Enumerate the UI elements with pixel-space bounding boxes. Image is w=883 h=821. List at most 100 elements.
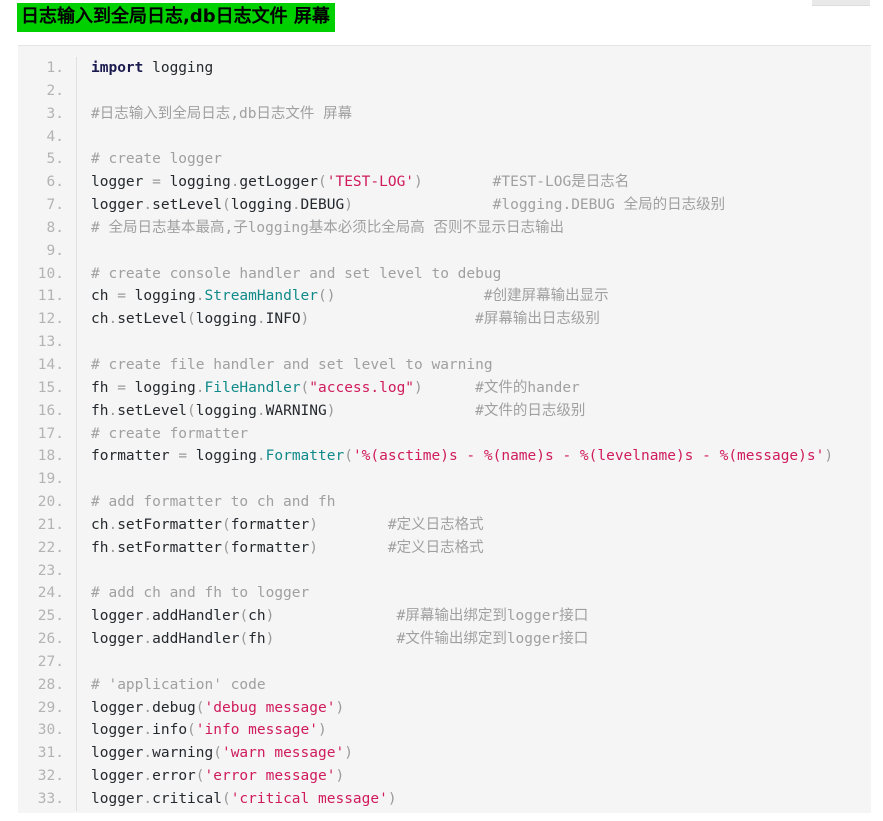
code-token-cm: #创建屏幕输出显示 bbox=[483, 288, 609, 305]
line-number: 24. bbox=[37, 585, 64, 602]
line-number: 8. bbox=[46, 219, 64, 236]
code-token-nm: formatter bbox=[91, 448, 179, 465]
code-line: fh = logging.FileHandler("access.log") #… bbox=[91, 377, 871, 400]
code-token-cm: # add formatter to ch and fh bbox=[91, 494, 336, 511]
code-line: logger.setLevel(logging.DEBUG) #logging.… bbox=[91, 194, 871, 217]
code-token-pun: . bbox=[108, 402, 118, 419]
code-token-nm bbox=[309, 311, 475, 327]
code-token-pun: ( bbox=[213, 745, 222, 762]
code-token-pun: ) bbox=[309, 516, 319, 533]
code-token-nm: fh bbox=[91, 539, 109, 556]
code-token-pun: ) bbox=[387, 791, 397, 807]
code-token-nm: setLevel bbox=[117, 402, 188, 419]
code-line: #日志输入到全局日志,db日志文件 屏幕 bbox=[91, 103, 871, 126]
code-token-nm: logging bbox=[169, 174, 231, 191]
page-title: 日志输入到全局日志,db日志文件 屏幕 bbox=[17, 3, 335, 32]
line-number: 30. bbox=[37, 722, 64, 739]
code-token-cm: # add ch and fh to logger bbox=[91, 585, 310, 602]
code-token-nm: logger bbox=[91, 699, 144, 716]
code-token-nm: INFO bbox=[265, 311, 301, 328]
code-line: logger.critical('critical message') bbox=[91, 788, 871, 811]
line-number: 31. bbox=[37, 745, 64, 762]
code-token-nm: fh bbox=[91, 402, 109, 419]
line-number: 23. bbox=[37, 562, 64, 579]
code-token-pun: . bbox=[195, 288, 205, 305]
line-number: 26. bbox=[37, 631, 64, 648]
code-token-nm: logging bbox=[195, 402, 257, 419]
code-line: ch.setFormatter(formatter) #定义日志格式 bbox=[91, 514, 871, 537]
code-token-str: 'TEST-LOG' bbox=[326, 174, 415, 191]
code-token-nm: logger bbox=[91, 722, 144, 739]
code-token-cls: StreamHandler bbox=[204, 288, 319, 305]
code-token-nm bbox=[353, 197, 493, 213]
code-token-pun: ( bbox=[318, 174, 327, 191]
code-block: 1. 2. 3. 4. 5. 6. 7. 8. 9. 10. 11. 12. 13. 14. 15. 16. 1… bbox=[18, 45, 871, 813]
code-token-nm: setLevel bbox=[117, 311, 188, 328]
line-number: 17. bbox=[37, 425, 64, 442]
code-token-cm: #屏幕输出绑定到logger接口 bbox=[396, 608, 589, 625]
code-token-pun: . bbox=[256, 311, 266, 328]
code-token-str: 'info message' bbox=[195, 722, 318, 739]
code-token-nm bbox=[423, 174, 493, 190]
code-token-pun: ) bbox=[300, 311, 310, 328]
code-token-str: "access.log" bbox=[309, 379, 415, 396]
code-token-str: '%(asctime)s - %(name)s - %(levelname)s … bbox=[352, 448, 825, 465]
code-line: logger = logging.getLogger('TEST-LOG') #… bbox=[91, 171, 871, 194]
window-chrome-strip bbox=[812, 0, 870, 6]
code-line: # 全局日志基本最高,子logging基本必须比全局高 否则不显示日志输出 bbox=[91, 217, 871, 240]
line-number: 18. bbox=[37, 448, 64, 465]
code-token-cm: #定义日志格式 bbox=[387, 539, 484, 556]
line-number: 14. bbox=[37, 356, 64, 373]
code-token-nm: ch bbox=[91, 516, 109, 533]
code-token-pun: ( bbox=[239, 608, 249, 625]
code-token-pun: . bbox=[291, 197, 301, 214]
code-token-pun: . bbox=[143, 699, 153, 716]
line-number: 28. bbox=[37, 676, 64, 693]
code-token-cm: #定义日志格式 bbox=[387, 516, 484, 533]
code-token-nm: setFormatter bbox=[117, 539, 222, 556]
line-number: 13. bbox=[37, 334, 64, 351]
code-token-cm: # 'application' code bbox=[91, 676, 266, 693]
line-number: 15. bbox=[37, 379, 64, 396]
code-line: logger.addHandler(ch) #屏幕输出绑定到logger接口 bbox=[91, 605, 871, 628]
line-number: 33. bbox=[37, 791, 64, 807]
code-line: logger.debug('debug message') bbox=[91, 697, 871, 720]
code-token-pun: . bbox=[143, 745, 153, 762]
code-token-nm: addHandler bbox=[152, 608, 240, 625]
code-token-cm: #文件输出绑定到logger接口 bbox=[396, 631, 589, 648]
code-token-str: 'error message' bbox=[204, 768, 336, 785]
code-token-pun: ) bbox=[344, 197, 353, 214]
code-token-pun: ( bbox=[195, 768, 205, 785]
code-token-pun: ) bbox=[335, 699, 345, 716]
code-token-nm bbox=[318, 517, 388, 533]
code-token-pun: ( bbox=[300, 379, 310, 396]
code-line: logger.addHandler(fh) #文件输出绑定到logger接口 bbox=[91, 628, 871, 651]
code-line: # add formatter to ch and fh bbox=[91, 491, 871, 514]
code-token-nm: logging bbox=[134, 379, 196, 396]
code-token-cm: #文件的日志级别 bbox=[475, 402, 586, 419]
code-token-nm: logger bbox=[91, 197, 144, 214]
code-token-cm: #日志输入到全局日志,db日志文件 屏幕 bbox=[91, 105, 353, 122]
code-token-pun: ) bbox=[335, 768, 345, 785]
code-token-cm: #TEST-LOG是日志名 bbox=[492, 174, 630, 191]
code-token-pun: ) bbox=[344, 745, 353, 762]
code-line: # create file handler and set level to w… bbox=[91, 354, 871, 377]
line-number: 25. bbox=[37, 608, 64, 625]
code-token-cm: # create file handler and set level to w… bbox=[91, 356, 493, 373]
code-token-nm: getLogger bbox=[239, 174, 318, 191]
code-token-cm: # create formatter bbox=[91, 425, 249, 442]
line-number: 29. bbox=[37, 699, 64, 716]
code-token-nm: logger bbox=[91, 631, 144, 648]
line-number: 1. bbox=[46, 60, 64, 76]
code-token-str: 'warn message' bbox=[221, 745, 345, 762]
line-number-gutter: 1. 2. 3. 4. 5. 6. 7. 8. 9. 10. 11. 12. 13. 14. 15. 16. 1… bbox=[18, 57, 77, 811]
code-content: import logging #日志输入到全局日志,db日志文件 屏幕 # cr… bbox=[77, 57, 872, 811]
code-line: logger.error('error message') bbox=[91, 765, 871, 788]
line-number: 27. bbox=[37, 653, 64, 670]
code-token-pun: = bbox=[117, 379, 135, 396]
line-number: 19. bbox=[37, 471, 64, 488]
